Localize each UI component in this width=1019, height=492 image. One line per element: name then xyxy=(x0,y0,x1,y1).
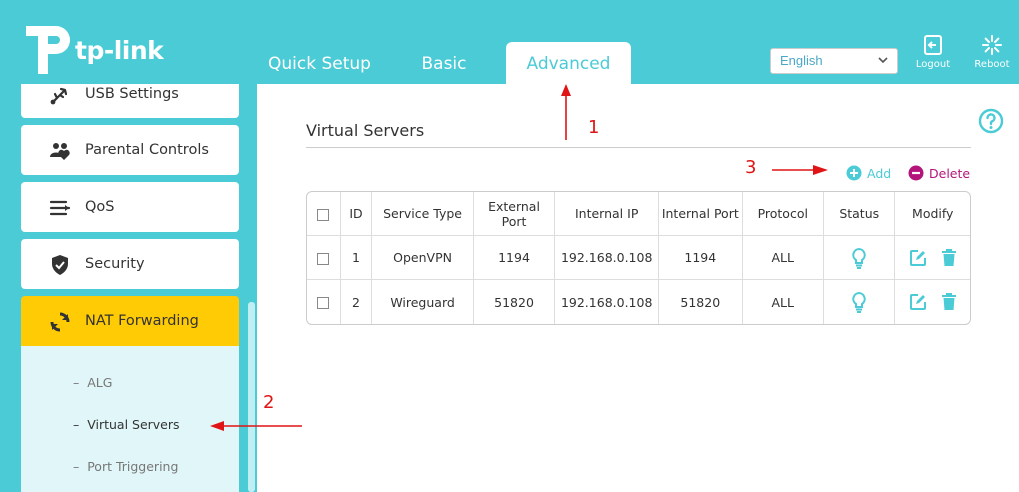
column-header: External Port xyxy=(473,192,556,236)
sidebar-item-parental-controls[interactable]: Parental Controls xyxy=(21,125,239,175)
cell-external-port: 51820 xyxy=(474,280,556,324)
column-header: Modify xyxy=(895,192,970,236)
column-header: Service Type xyxy=(372,192,474,236)
sidebar-scrollbar[interactable] xyxy=(248,302,255,492)
trash-icon[interactable] xyxy=(941,293,957,311)
select-all-checkbox[interactable] xyxy=(317,208,330,221)
cell-status xyxy=(824,236,896,280)
column-header: Status xyxy=(824,192,896,236)
parental-controls-icon xyxy=(50,143,70,160)
cell-modify xyxy=(895,280,970,324)
cell-status xyxy=(824,280,896,324)
submenu-item-label: ALG xyxy=(87,375,113,390)
submenu-item-virtual-servers[interactable]: – Virtual Servers xyxy=(73,417,180,432)
cell-service-type: OpenVPN xyxy=(372,236,474,280)
sidebar-item-qos[interactable]: QoS xyxy=(21,182,239,232)
edit-icon[interactable] xyxy=(909,249,927,267)
cell-protocol: ALL xyxy=(743,280,824,324)
select-all-cell xyxy=(307,192,341,236)
table-header-row: ID Service Type External Port Internal I… xyxy=(307,192,970,236)
column-header: ID xyxy=(340,192,373,236)
cell-internal-ip: 192.168.0.108 xyxy=(555,280,660,324)
submenu-item-port-triggering[interactable]: – Port Triggering xyxy=(73,459,178,474)
cell-id: 1 xyxy=(340,236,373,280)
submenu-item-alg[interactable]: – ALG xyxy=(73,375,112,390)
submenu-item-label: Virtual Servers xyxy=(87,417,180,432)
nat-forwarding-submenu: – ALG – Virtual Servers – Port Triggerin… xyxy=(21,346,239,492)
sidebar-item-label: Parental Controls xyxy=(85,142,209,158)
chevron-down-icon xyxy=(878,57,888,64)
annotation-step-2: 2 xyxy=(263,392,275,413)
row-checkbox[interactable] xyxy=(317,297,330,309)
sidebar-item-usb-settings[interactable]: USB Settings xyxy=(21,84,239,118)
trash-icon[interactable] xyxy=(941,248,957,267)
logout-label: Logout xyxy=(915,59,951,70)
nat-forwarding-icon xyxy=(50,312,70,332)
lightbulb-icon[interactable] xyxy=(851,291,867,313)
help-icon[interactable] xyxy=(978,108,1004,134)
lightbulb-icon[interactable] xyxy=(851,247,867,269)
cell-internal-ip: 192.168.0.108 xyxy=(555,236,660,280)
title-divider xyxy=(306,147,971,148)
delete-button[interactable]: Delete xyxy=(908,165,972,183)
column-header: Internal Port xyxy=(659,192,743,236)
reboot-button[interactable]: Reboot xyxy=(970,34,1014,74)
usb-icon xyxy=(50,87,68,105)
plus-circle-icon xyxy=(846,165,862,181)
sidebar-item-label: QoS xyxy=(85,199,115,215)
shield-icon xyxy=(52,255,68,275)
sidebar-item-label: NAT Forwarding xyxy=(85,313,199,329)
table-row: 2 Wireguard 51820 192.168.0.108 51820 AL… xyxy=(307,280,970,324)
cell-external-port: 1194 xyxy=(473,236,556,280)
page-title: Virtual Servers xyxy=(306,121,425,140)
cell-service-type: Wireguard xyxy=(372,280,474,324)
delete-label: Delete xyxy=(929,166,971,181)
tab-quick-setup[interactable]: Quick Setup xyxy=(262,42,377,84)
tab-basic[interactable]: Basic xyxy=(405,42,483,84)
minus-circle-icon xyxy=(908,165,924,181)
brand-logo-text: tp-link xyxy=(75,36,164,65)
logout-icon xyxy=(924,35,942,55)
reboot-icon xyxy=(982,35,1002,55)
sidebar-item-label: USB Settings xyxy=(85,86,179,102)
add-button[interactable]: Add xyxy=(846,165,896,183)
cell-internal-port: 51820 xyxy=(659,280,743,324)
cell-internal-port: 1194 xyxy=(659,236,743,280)
column-header: Internal IP xyxy=(555,192,660,236)
reboot-label: Reboot xyxy=(974,59,1010,70)
sidebar-item-security[interactable]: Security xyxy=(21,239,239,289)
sidebar-item-label: Security xyxy=(85,256,145,272)
virtual-servers-table: ID Service Type External Port Internal I… xyxy=(306,191,971,325)
add-label: Add xyxy=(867,166,892,181)
edit-icon[interactable] xyxy=(909,293,927,311)
submenu-item-label: Port Triggering xyxy=(87,459,179,474)
tab-advanced[interactable]: Advanced xyxy=(506,42,631,84)
annotation-step-1: 1 xyxy=(588,117,600,138)
row-checkbox[interactable] xyxy=(317,252,330,265)
annotation-step-3: 3 xyxy=(745,157,757,178)
language-select[interactable]: English xyxy=(770,48,898,74)
qos-icon xyxy=(49,200,71,216)
cell-modify xyxy=(895,236,970,280)
cell-id: 2 xyxy=(341,280,373,324)
table-row: 1 OpenVPN 1194 192.168.0.108 1194 ALL xyxy=(307,236,970,280)
column-header: Protocol xyxy=(742,192,824,236)
language-value: English xyxy=(780,53,823,68)
cell-protocol: ALL xyxy=(742,236,824,280)
logout-button[interactable]: Logout xyxy=(911,34,955,74)
sidebar-item-nat-forwarding[interactable]: NAT Forwarding xyxy=(21,296,239,346)
